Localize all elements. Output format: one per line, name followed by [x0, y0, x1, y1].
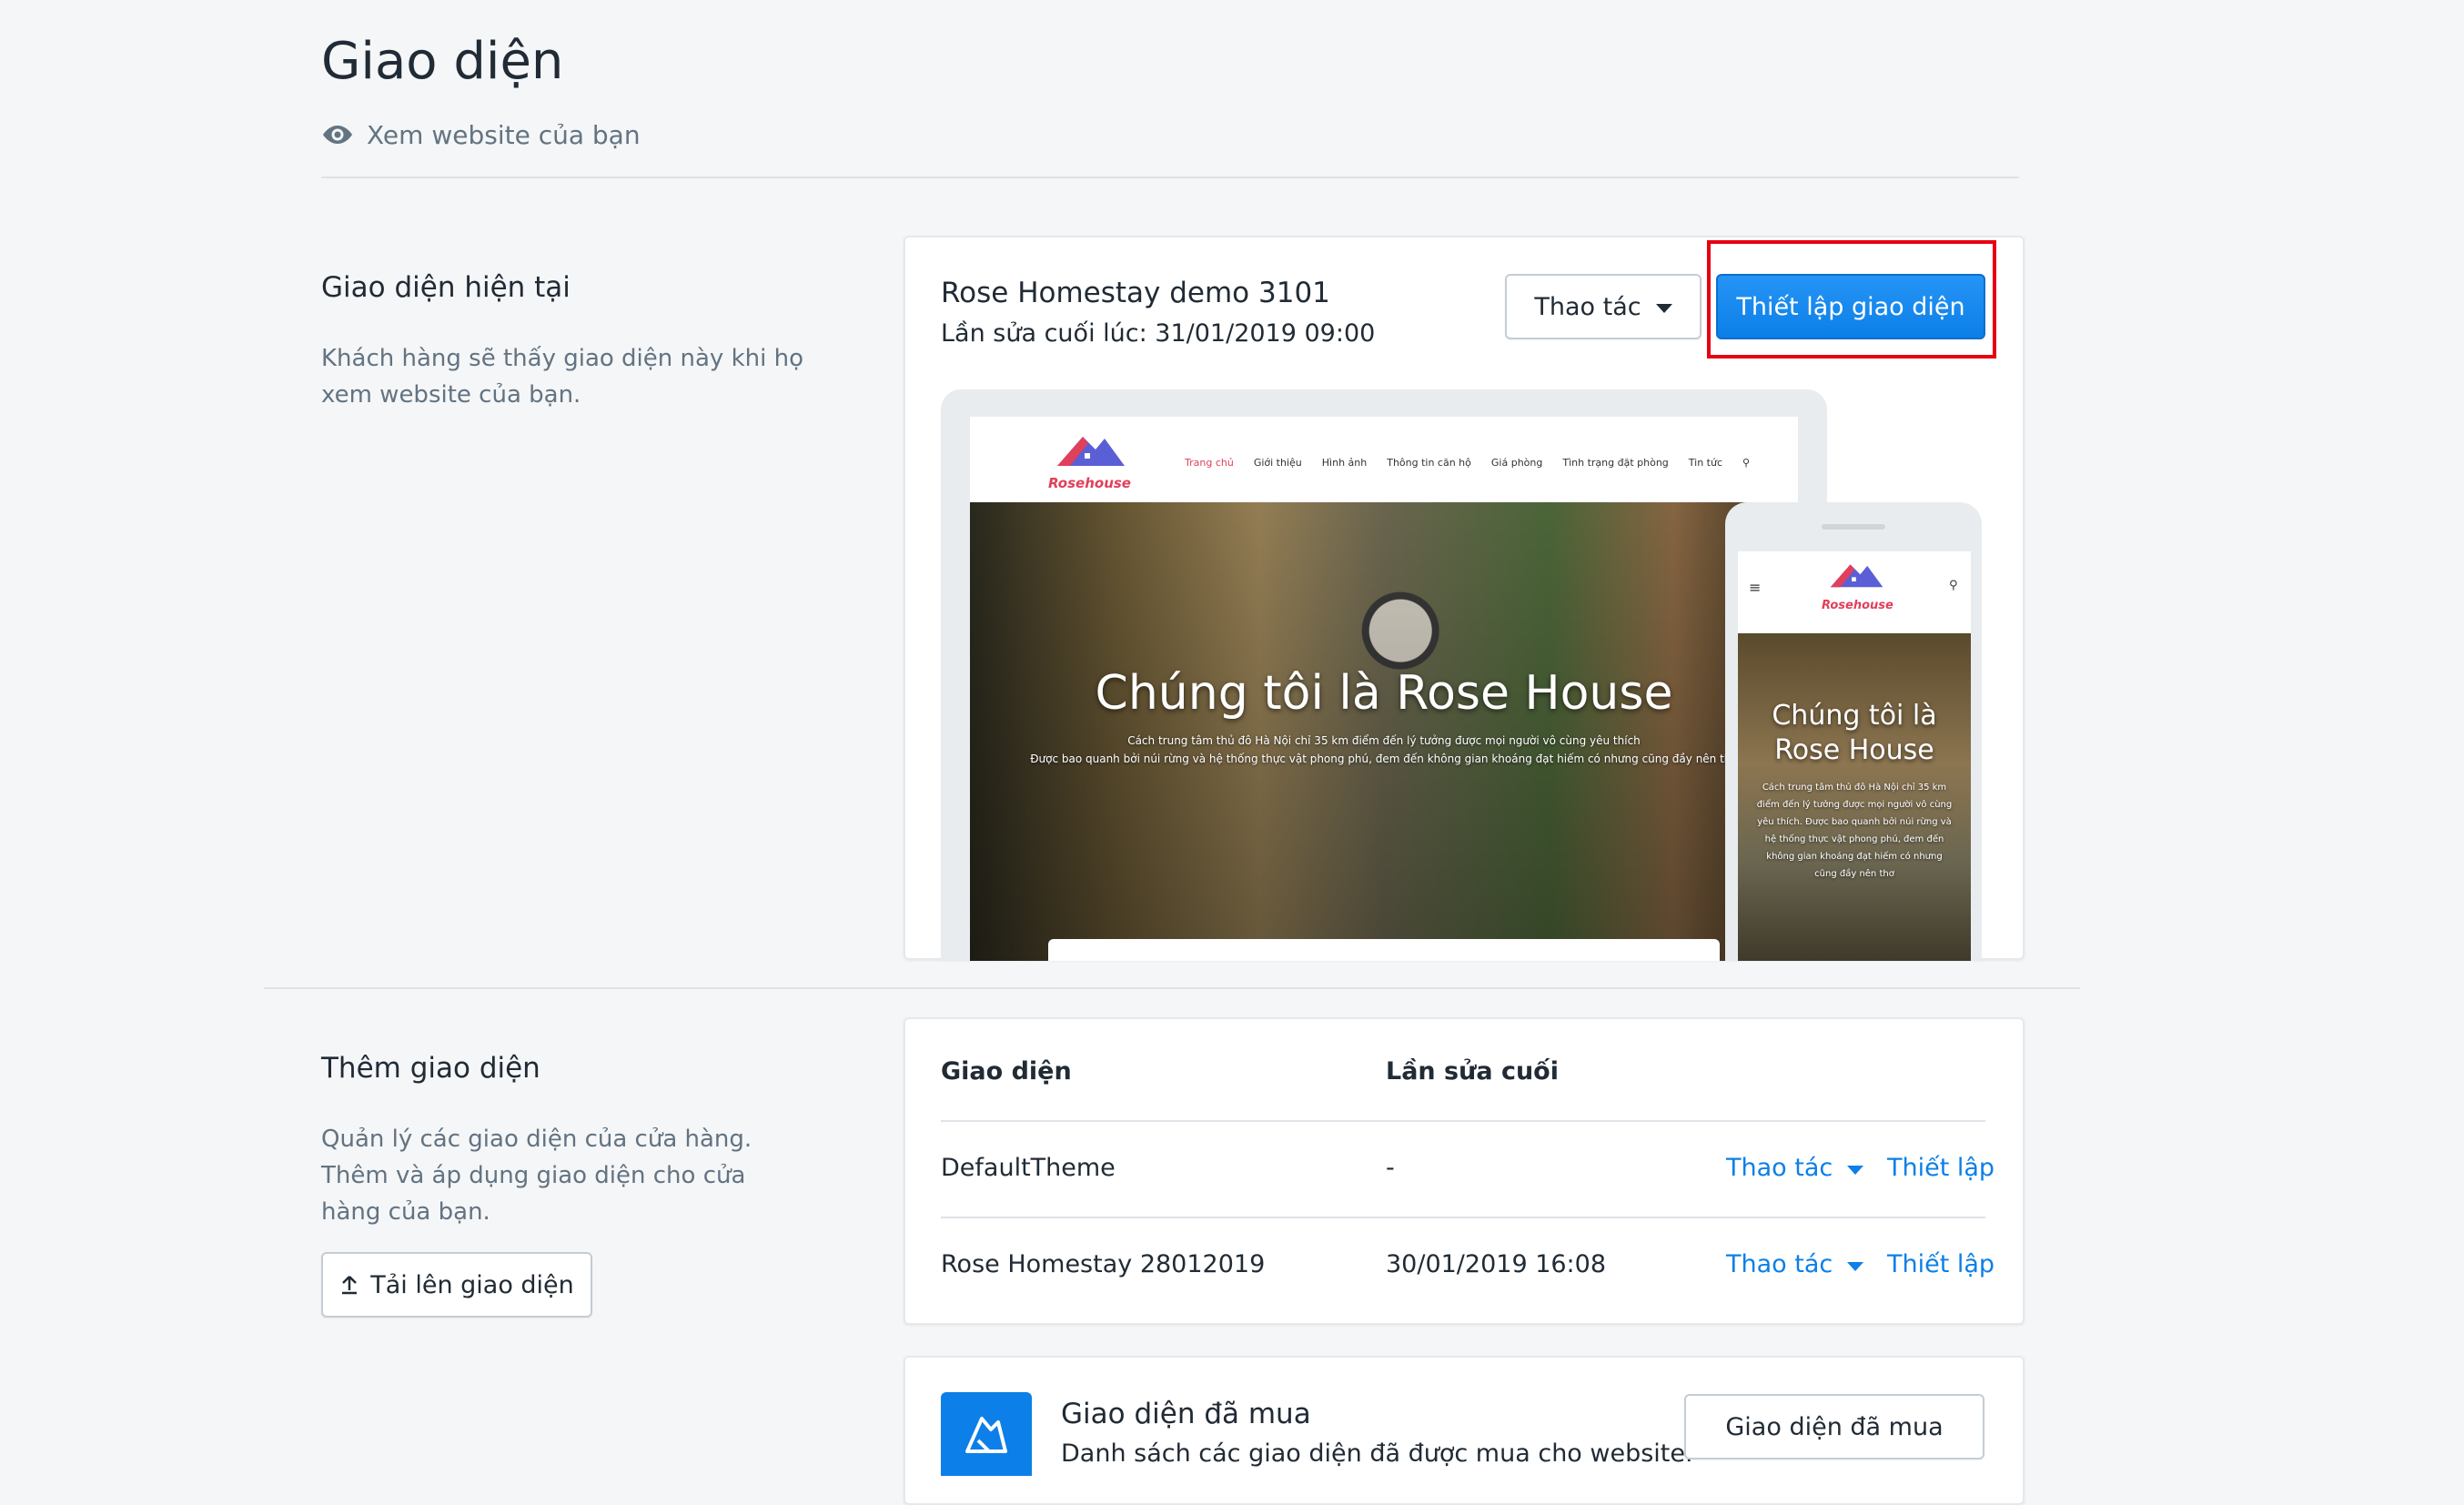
- current-theme-last-modified: Lần sửa cuối lúc: 31/01/2019 09:00: [941, 319, 1376, 348]
- preview-nav-item: Giá phòng: [1490, 457, 1543, 469]
- desktop-preview: Rosehouse Trang chủ Giới thiệu Hình ảnh …: [941, 389, 1827, 961]
- row-setup-link[interactable]: Thiết lập: [1887, 1250, 1994, 1278]
- upload-theme-button[interactable]: Tải lên giao diện: [321, 1252, 592, 1318]
- current-theme-actions-button[interactable]: Thao tác: [1505, 274, 1702, 339]
- preview-hero-image: Chúng tôi là Rose House Cách trung tâm t…: [970, 502, 1798, 961]
- search-icon: ⚲: [1742, 457, 1751, 469]
- caret-down-icon: [1847, 1165, 1864, 1175]
- table-row-theme-name: Rose Homestay 28012019: [941, 1250, 1266, 1278]
- view-website-label: Xem website của bạn: [367, 119, 641, 150]
- preview-hero-title: Chúng tôi là Rose House: [1095, 666, 1673, 721]
- table-row-last-modified: 30/01/2019 16:08: [1386, 1250, 1607, 1278]
- row-actions-label: Thao tác: [1726, 1250, 1833, 1278]
- preview-nav-item: Tin tức: [1688, 457, 1723, 469]
- preview-nav: Trang chủ Giới thiệu Hình ảnh Thông tin …: [1185, 457, 1750, 469]
- preview-hero-subtitle-line: Được bao quanh bởi núi rừng và hệ thống …: [1030, 752, 1738, 765]
- caret-down-icon: [1847, 1261, 1864, 1271]
- column-header-theme: Giao diện: [941, 1057, 1072, 1086]
- row-setup-link[interactable]: Thiết lập: [1887, 1154, 1994, 1182]
- table-row-divider: [941, 1217, 1985, 1218]
- phone-speaker: [1822, 524, 1885, 530]
- rosehouse-logo-icon: [1830, 564, 1883, 588]
- preview-booking-bar: [1048, 939, 1720, 961]
- mobile-logo-text: Rosehouse: [1822, 599, 1893, 612]
- caret-down-icon: [1655, 304, 1672, 313]
- eye-icon: [323, 126, 352, 144]
- rosehouse-logo-icon: [1057, 437, 1125, 466]
- header-divider: [321, 177, 2019, 178]
- preview-nav-item: Tình trạng đặt phòng: [1562, 457, 1669, 469]
- purchased-themes-title: Giao diện đã mua: [1061, 1398, 1311, 1430]
- row-actions-dropdown[interactable]: Thao tác: [1726, 1250, 1864, 1278]
- current-theme-name: Rose Homestay demo 3101: [941, 277, 1330, 309]
- current-theme-heading: Giao diện hiện tại: [321, 271, 571, 304]
- theme-brush-icon: [965, 1417, 1007, 1453]
- view-website-link[interactable]: Xem website của bạn: [321, 116, 641, 153]
- page-title: Giao diện: [321, 32, 564, 91]
- preview-site-header: Rosehouse Trang chủ Giới thiệu Hình ảnh …: [970, 417, 1798, 502]
- row-actions-label: Thao tác: [1726, 1154, 1833, 1182]
- current-theme-description: Khách hàng sẽ thấy giao diện này khi họ …: [321, 345, 803, 409]
- preview-nav-item: Hình ảnh: [1321, 457, 1368, 469]
- hamburger-icon: ≡: [1749, 579, 1762, 596]
- preview-nav-item: Giới thiệu: [1253, 457, 1302, 469]
- preview-logo-text: Rosehouse: [1048, 475, 1131, 491]
- search-icon: ⚲: [1949, 579, 1958, 592]
- purchased-themes-button-label: Giao diện đã mua: [1725, 1412, 1944, 1441]
- preview-nav-item: Thông tin căn hộ: [1387, 457, 1471, 469]
- upload-theme-label: Tải lên giao diện: [370, 1270, 574, 1299]
- purchased-theme-icon: [941, 1392, 1032, 1476]
- preview-nav-item: Trang chủ: [1185, 457, 1234, 469]
- upload-icon: [342, 1276, 358, 1295]
- table-row-theme-name: DefaultTheme: [941, 1154, 1116, 1182]
- mobile-hero-image: Chúng tôi là Rose House Cách trung tâm t…: [1738, 633, 1971, 961]
- mobile-preview: ≡ Rosehouse ⚲ Chúng tôi là Rose House Cá…: [1725, 502, 1982, 961]
- highlight-box: [1707, 240, 1996, 359]
- actions-label: Thao tác: [1534, 292, 1641, 321]
- mobile-hero-title: Chúng tôi là Rose House: [1772, 700, 1937, 766]
- purchased-themes-description: Danh sách các giao diện đã được mua cho …: [1061, 1439, 1693, 1468]
- purchased-themes-button[interactable]: Giao diện đã mua: [1684, 1394, 1984, 1460]
- add-theme-heading: Thêm giao diện: [321, 1052, 540, 1085]
- preview-hero-subtitle: Cách trung tâm thủ đô Hà Nội chỉ 35 km đ…: [1025, 732, 1743, 768]
- section-divider: [264, 987, 2080, 989]
- desktop-preview-screen: Rosehouse Trang chủ Giới thiệu Hình ảnh …: [970, 417, 1798, 961]
- table-row-last-modified: -: [1386, 1154, 1395, 1182]
- table-header-divider: [941, 1120, 1985, 1122]
- row-actions-dropdown[interactable]: Thao tác: [1726, 1154, 1864, 1182]
- mobile-preview-screen: ≡ Rosehouse ⚲ Chúng tôi là Rose House Cá…: [1738, 551, 1971, 961]
- add-theme-description: Quản lý các giao diện của cửa hàng. Thêm…: [321, 1126, 752, 1226]
- preview-hero-subtitle-line: Cách trung tâm thủ đô Hà Nội chỉ 35 km đ…: [1127, 734, 1641, 747]
- column-header-last-modified: Lần sửa cuối: [1386, 1057, 1559, 1086]
- mobile-hero-subtitle: Cách trung tâm thủ đô Hà Nội chỉ 35 km đ…: [1756, 783, 1953, 879]
